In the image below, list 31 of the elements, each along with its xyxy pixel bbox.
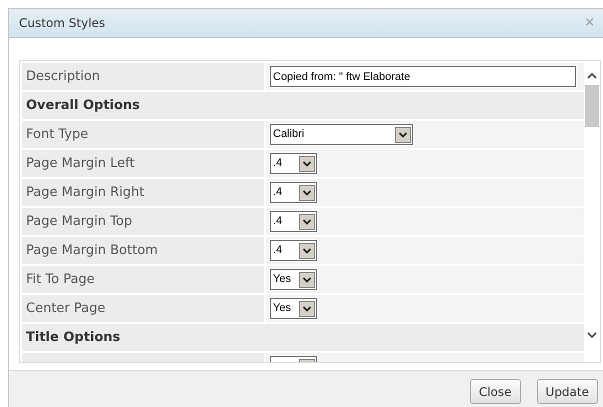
field-label: Center Page [26,300,106,318]
dropdown-caret-icon [299,214,315,230]
dropdown-caret-icon [299,272,315,288]
field-label: Page Margin Right [26,184,144,202]
dialog-button[interactable]: Update [536,379,598,404]
dropdown-caret-icon [299,242,315,258]
dropdown-caret-icon [299,184,315,200]
field-label: Font Type [26,126,88,144]
dropdown[interactable]: .4 [270,211,317,232]
dropdown[interactable]: Yes [270,298,317,319]
section-heading: Overall Options [26,96,140,115]
scroll-down-icon[interactable] [586,330,598,340]
field-label: Fit To Page [26,270,95,289]
dropdown[interactable]: .4 [270,153,317,174]
dropdown-caret-icon [395,126,411,142]
field-label: Page Margin Bottom [26,242,158,260]
section-heading: Title Options [26,328,120,347]
dropdown[interactable]: .4 [270,240,317,261]
field-label: Page Margin Top [26,212,132,231]
dropdown-caret-icon [299,156,315,172]
dropdown-caret-icon [299,300,315,316]
dropdown[interactable]: .4 [270,182,317,203]
scroll-up-icon[interactable] [586,71,598,81]
dropdown[interactable]: Calibri [270,124,413,145]
field-label: Description [26,68,100,86]
window-title: Custom Styles [19,15,106,32]
dialog-button[interactable]: Close [470,379,521,404]
field-label: Page Margin Left [26,154,135,173]
scrollbar-thumb[interactable] [585,85,599,127]
dropdown[interactable]: Yes [270,269,317,290]
description-field[interactable]: Copied from: " ftw Elaborate [270,66,576,87]
